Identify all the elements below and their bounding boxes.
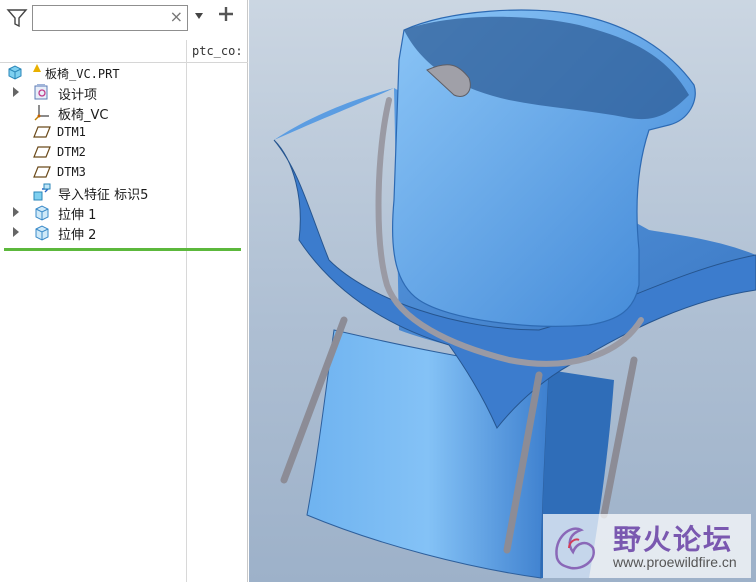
- design-items-icon: [34, 84, 48, 100]
- datum-plane-icon: [33, 126, 51, 138]
- graphics-viewport[interactable]: 野火论坛 www.proewildfire.cn: [249, 0, 756, 582]
- tree-item-label: 导入特征 标识5: [58, 188, 149, 203]
- chair-3d-model[interactable]: [249, 0, 756, 582]
- model-tree-panel: × ptc_co: 板椅_VC.PRT 设计项 板椅_VC DTM1 DTM2 …: [0, 0, 248, 582]
- tree-item-dtm1[interactable]: DTM1: [0, 122, 186, 142]
- datum-plane-icon: [33, 146, 51, 158]
- tree-root-part[interactable]: 板椅_VC.PRT: [0, 62, 186, 82]
- extrude-icon: [35, 205, 49, 221]
- watermark-title: 野火论坛: [613, 523, 734, 556]
- datum-plane-icon: [33, 166, 51, 178]
- search-field[interactable]: ×: [32, 5, 188, 31]
- tree-item-extrude-2[interactable]: 拉伸 2: [0, 222, 186, 243]
- plus-icon[interactable]: [218, 6, 234, 22]
- tree-item-label: 拉伸 1: [58, 208, 97, 223]
- expand-arrow-icon[interactable]: [12, 87, 20, 97]
- tree-item-label: DTM3: [57, 165, 86, 179]
- tree-item-design-items[interactable]: 设计项: [0, 82, 186, 103]
- search-input[interactable]: [37, 9, 169, 29]
- tree-item-label: 板椅_VC: [58, 108, 109, 123]
- coordinate-system-icon: [34, 105, 49, 121]
- expand-arrow-icon[interactable]: [12, 227, 20, 237]
- flame-logo-icon: [555, 527, 595, 570]
- insert-indicator-line: [4, 248, 241, 251]
- tree-item-dtm3[interactable]: DTM3: [0, 162, 186, 182]
- expand-arrow-icon[interactable]: [12, 207, 20, 217]
- tree-item-label: 设计项: [58, 88, 98, 103]
- tree-item-extrude-1[interactable]: 拉伸 1: [0, 202, 186, 223]
- import-feature-icon: [33, 183, 51, 201]
- filter-icon[interactable]: [6, 7, 28, 29]
- tree-item-import-feature[interactable]: 导入特征 标识5: [0, 182, 186, 203]
- tree-item-dtm2[interactable]: DTM2: [0, 142, 186, 162]
- watermark-url: www.proewildfire.cn: [613, 554, 737, 570]
- column-header-label[interactable]: ptc_co:: [192, 44, 246, 58]
- watermark-logo: 野火论坛 www.proewildfire.cn: [543, 514, 751, 578]
- tree-root-label: 板椅_VC.PRT: [45, 67, 120, 81]
- tree-item-label: DTM1: [57, 125, 86, 139]
- warning-triangle-icon: [33, 64, 41, 72]
- tree-item-label: DTM2: [57, 145, 86, 159]
- part-icon: [8, 65, 22, 80]
- tree-item-csys[interactable]: 板椅_VC: [0, 102, 186, 123]
- clear-icon[interactable]: ×: [170, 7, 183, 26]
- column-divider[interactable]: [186, 40, 187, 582]
- extrude-icon: [35, 225, 49, 241]
- tree-item-label: 拉伸 2: [58, 228, 97, 243]
- tree-toolbar: ×: [0, 0, 248, 38]
- dropdown-icon[interactable]: [194, 11, 204, 21]
